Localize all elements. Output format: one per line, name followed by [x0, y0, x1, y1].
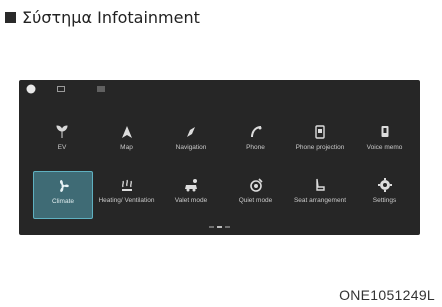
- menu-tile-seat-arrangement[interactable]: Seat arrangement: [291, 171, 349, 217]
- menu-tile-voice-memo[interactable]: Voice memo: [356, 118, 414, 164]
- navigation-arrow-icon: [121, 126, 132, 138]
- menu-tile-label: Phone projection: [295, 144, 345, 151]
- status-bar: [19, 80, 420, 98]
- gear-icon: [377, 178, 392, 192]
- compass-icon: [187, 127, 195, 137]
- seat-icon: [316, 178, 325, 191]
- menu-tile-phone[interactable]: Phone: [227, 118, 285, 164]
- profile-icon[interactable]: [26, 84, 36, 94]
- home-icon[interactable]: [57, 86, 65, 92]
- menu-tile-label: Voice memo: [366, 144, 403, 151]
- menu-tile-label: Navigation: [175, 144, 207, 151]
- menu-tile-label: EV: [57, 144, 67, 151]
- menu-tile-settings[interactable]: Settings: [356, 171, 414, 217]
- menu-tile-label: Heating/ Ventilation: [98, 197, 155, 204]
- fan-icon: [59, 180, 69, 192]
- valet-car-icon: [185, 179, 197, 192]
- page-dot[interactable]: [217, 226, 222, 228]
- menu-tile-phone-projection[interactable]: Phone projection: [291, 118, 349, 164]
- menu-tile-quiet-mode[interactable]: Quiet mode: [227, 171, 285, 217]
- phone-projection-icon: [315, 125, 325, 139]
- menu-tile-label: Settings: [372, 197, 397, 204]
- menu-tile-valet-mode[interactable]: Valet mode: [162, 171, 220, 217]
- menu-tile-climate[interactable]: Climate: [33, 171, 93, 219]
- voice-memo-icon: [381, 126, 388, 137]
- menu-tile-label: Climate: [51, 198, 75, 205]
- leaf-icon: [56, 125, 68, 138]
- phone-icon: [250, 126, 261, 138]
- section-marker-icon: [5, 11, 16, 23]
- menu-tile-label: Phone: [246, 144, 265, 151]
- figure-code: ONE1051249L: [339, 287, 435, 303]
- menu-tile-label: Seat arrangement: [293, 197, 347, 204]
- menu-tile-label: Valet mode: [174, 197, 208, 204]
- page-dot[interactable]: [209, 226, 214, 228]
- menu-tile-label: Map: [120, 144, 133, 151]
- page-indicator: [209, 226, 230, 228]
- menu-tile-map[interactable]: Map: [98, 118, 156, 164]
- menu-tile-ev[interactable]: EV: [33, 118, 91, 164]
- menu-icon[interactable]: [97, 86, 105, 92]
- seat-heating-icon: [121, 179, 132, 191]
- quiet-mode-icon: [249, 178, 263, 192]
- infotainment-screen: EV Map Navigation Phone Phone projection Voic…: [19, 80, 420, 235]
- page-dot[interactable]: [225, 226, 230, 228]
- section-header: Σύστημα Infotainment: [5, 6, 200, 28]
- menu-tile-label: Quiet mode: [238, 197, 273, 204]
- menu-tile-navigation[interactable]: Navigation: [162, 118, 220, 164]
- section-title: Σύστημα Infotainment: [22, 7, 200, 27]
- menu-tile-heating-ventilation[interactable]: Heating/ Ventilation: [98, 171, 156, 217]
